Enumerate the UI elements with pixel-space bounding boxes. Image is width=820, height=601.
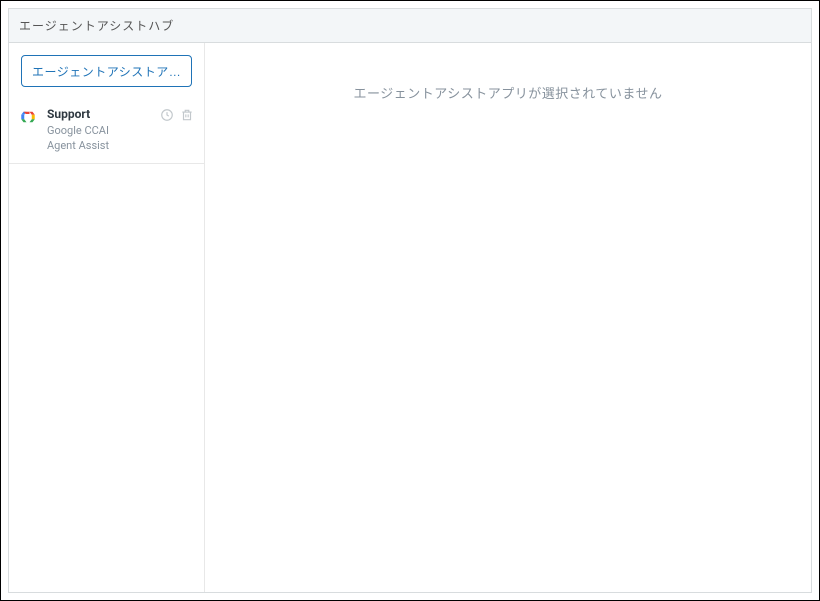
window-header: エージェントアシストハブ xyxy=(9,9,811,43)
list-item-text: Support Google CCAI Agent Assist xyxy=(47,107,154,153)
list-item-title: Support xyxy=(47,107,154,123)
history-icon[interactable] xyxy=(160,108,174,122)
window-title: エージェントアシストハブ xyxy=(19,19,174,33)
empty-state-text: エージェントアシストアプリが選択されていません xyxy=(354,83,663,102)
main-content: エージェントアシストアプリが選択されていません xyxy=(205,43,811,592)
list-item-actions xyxy=(160,108,194,122)
list-item-subtitle-line1: Google CCAI xyxy=(47,123,154,138)
google-cloud-icon xyxy=(19,108,37,126)
app-body: エージェントアシストアプ... xyxy=(9,43,811,592)
app-window: エージェントアシストハブ エージェントアシストアプ... xyxy=(8,8,812,593)
app-list: Support Google CCAI Agent Assist xyxy=(9,97,204,164)
list-item-subtitle-line2: Agent Assist xyxy=(47,138,154,153)
list-item[interactable]: Support Google CCAI Agent Assist xyxy=(9,97,204,164)
sidebar: エージェントアシストアプ... xyxy=(9,43,205,592)
trash-icon[interactable] xyxy=(180,108,194,122)
add-agent-assist-app-button[interactable]: エージェントアシストアプ... xyxy=(21,55,192,87)
outer-frame: エージェントアシストハブ エージェントアシストアプ... xyxy=(0,0,820,601)
